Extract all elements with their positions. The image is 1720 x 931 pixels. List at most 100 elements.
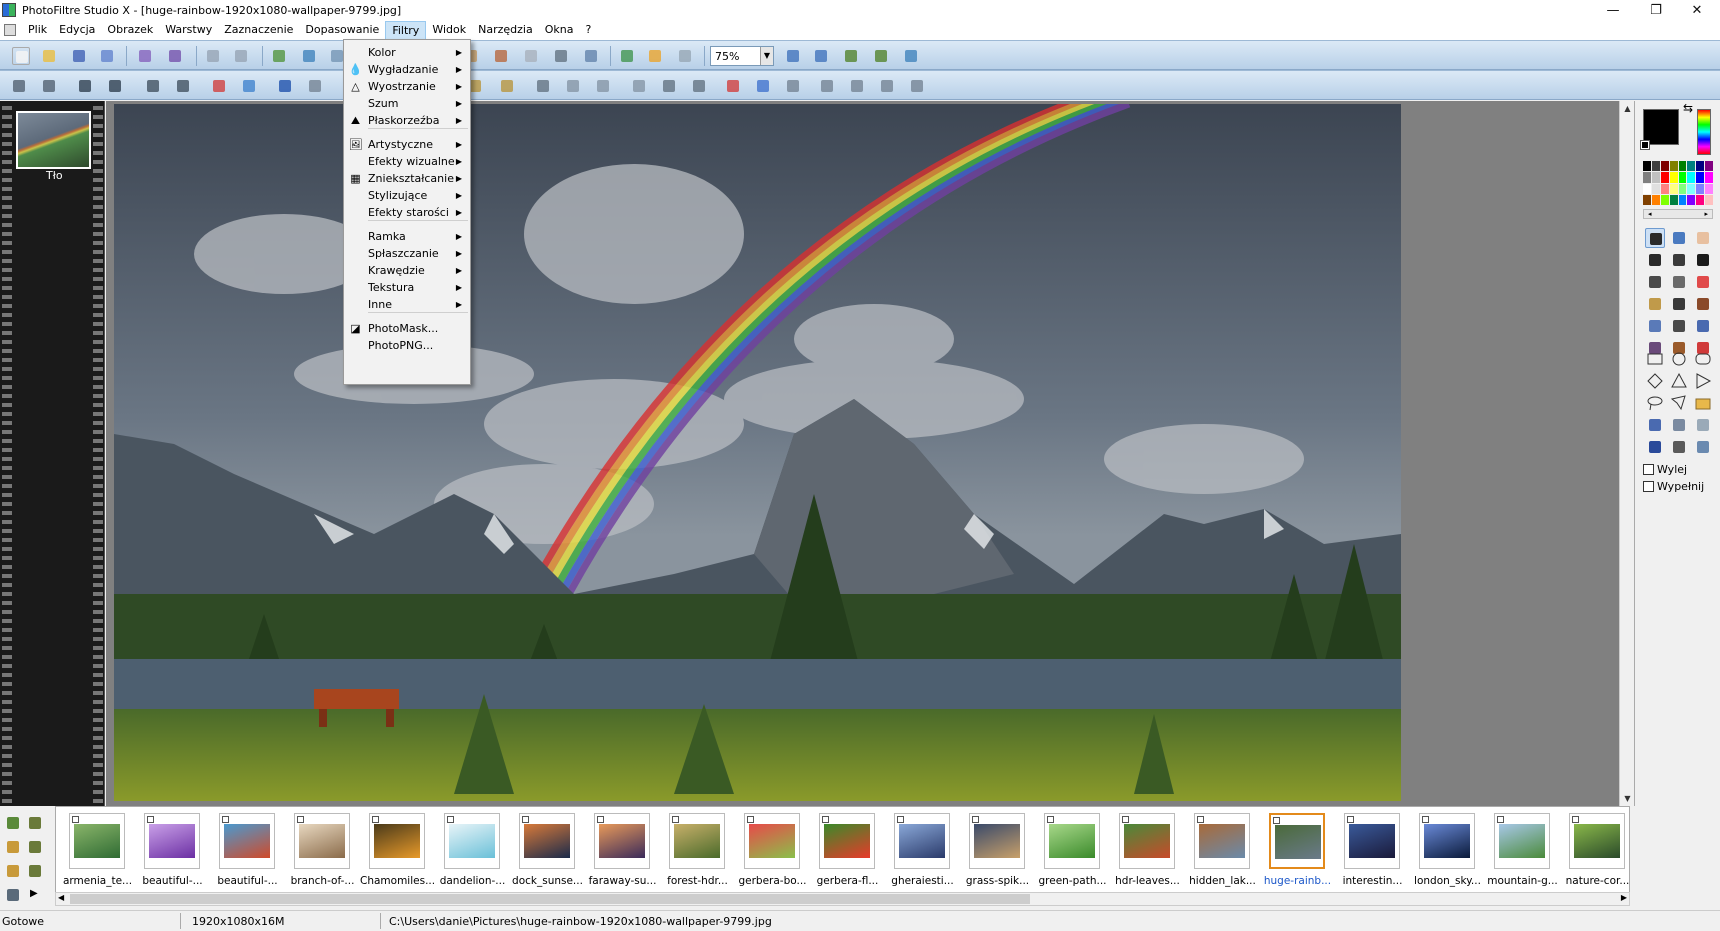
file-thumbnail[interactable] xyxy=(1194,813,1250,869)
file-thumbnail[interactable] xyxy=(69,813,125,869)
zoom-select[interactable]: 75% ▼ xyxy=(710,46,774,66)
file-name[interactable]: gerbera-fl... xyxy=(810,875,885,887)
palette-swatch[interactable] xyxy=(1696,161,1705,172)
palette-swatch[interactable] xyxy=(1660,194,1669,205)
palette-swatch[interactable] xyxy=(1705,183,1713,194)
close-button[interactable]: ✕ xyxy=(1674,0,1720,20)
brightness-down-icon[interactable] xyxy=(144,77,162,95)
thumbnail-checkbox[interactable] xyxy=(597,816,604,823)
file-thumbnail[interactable] xyxy=(1569,813,1625,869)
file-thumbnail[interactable] xyxy=(444,813,500,869)
thumbnail-checkbox[interactable] xyxy=(1047,816,1054,823)
folder-up-icon[interactable] xyxy=(4,838,22,856)
palette-swatch[interactable] xyxy=(1687,172,1696,183)
noise-icon[interactable] xyxy=(784,77,802,95)
menu-warstwy[interactable]: Warstwy xyxy=(159,21,218,40)
file-name[interactable]: interestin... xyxy=(1335,875,1410,887)
file-thumbnail[interactable] xyxy=(519,813,575,869)
brush-tool-icon[interactable] xyxy=(1645,294,1665,314)
undo-icon[interactable] xyxy=(204,47,222,65)
file-thumbnail[interactable] xyxy=(819,813,875,869)
layer-thumbnail[interactable] xyxy=(16,111,91,169)
lasso-icon[interactable] xyxy=(1645,393,1665,413)
file-name[interactable]: mountain-g... xyxy=(1485,875,1560,887)
thumbnail-checkbox[interactable] xyxy=(372,816,379,823)
palette-swatch[interactable] xyxy=(1705,172,1713,183)
file-thumbnail[interactable] xyxy=(1119,813,1175,869)
stylize-icon[interactable] xyxy=(690,77,708,95)
file-thumbnail[interactable] xyxy=(144,813,200,869)
thumbnail-checkbox[interactable] xyxy=(147,816,154,823)
rotate-left-icon[interactable] xyxy=(878,77,896,95)
palette-scroll[interactable]: ◂ ▸ xyxy=(1643,209,1713,219)
ratio-32-icon[interactable] xyxy=(1693,415,1713,435)
zoom-in-icon[interactable] xyxy=(784,47,802,65)
file-name[interactable]: hidden_lak... xyxy=(1185,875,1260,887)
file-name[interactable]: hdr-leaves... xyxy=(1110,875,1185,887)
thumbnail-checkbox[interactable] xyxy=(1422,816,1429,823)
redo-icon[interactable] xyxy=(232,47,250,65)
eyedropper-tool-icon[interactable] xyxy=(1645,250,1665,270)
file-thumbnail[interactable] xyxy=(594,813,650,869)
image-canvas[interactable] xyxy=(114,104,1401,801)
hue-icon[interactable] xyxy=(754,77,772,95)
file-name[interactable]: london_sky... xyxy=(1410,875,1485,887)
hue-bar[interactable] xyxy=(1697,109,1711,155)
file-thumbnail[interactable] xyxy=(1419,813,1475,869)
palette-swatch[interactable] xyxy=(1643,172,1651,183)
palette-swatch[interactable] xyxy=(1669,161,1678,172)
rotate-right-icon[interactable] xyxy=(908,77,926,95)
new-file-icon[interactable] xyxy=(12,47,30,65)
brightness-up-icon[interactable] xyxy=(174,77,192,95)
polygon-lasso-icon[interactable] xyxy=(1669,393,1689,413)
file-name[interactable]: forest-hdr... xyxy=(660,875,735,887)
swap-colors-icon[interactable]: ⇆ xyxy=(1683,101,1693,115)
line-tool-icon[interactable] xyxy=(1693,250,1713,270)
sharpen-icon[interactable] xyxy=(594,77,612,95)
folder-add-icon[interactable] xyxy=(4,862,22,880)
stamp-tool-icon[interactable] xyxy=(1693,294,1713,314)
palette-swatch[interactable] xyxy=(1687,183,1696,194)
scroll-thumb[interactable] xyxy=(70,894,1030,904)
thumbnail-checkbox[interactable] xyxy=(972,816,979,823)
triangle-shape-icon[interactable] xyxy=(1669,371,1689,391)
file-name[interactable]: gerbera-bo... xyxy=(735,875,810,887)
palette-swatch[interactable] xyxy=(1643,161,1651,172)
palette-swatch[interactable] xyxy=(1687,194,1696,205)
palette-swatch[interactable] xyxy=(1651,183,1660,194)
tree-view-icon[interactable] xyxy=(26,814,44,832)
menu-plik[interactable]: Plik xyxy=(22,21,53,40)
palette-swatch[interactable] xyxy=(1705,194,1713,205)
scroll-right-icon[interactable]: ▶ xyxy=(1621,893,1627,902)
thumbnail-checkbox[interactable] xyxy=(222,816,229,823)
file-name[interactable]: huge-rainb... xyxy=(1260,875,1335,887)
fill-tool-icon[interactable] xyxy=(1645,272,1665,292)
zoom-out-icon[interactable] xyxy=(812,47,830,65)
rectangle-shape-icon[interactable] xyxy=(1645,349,1665,369)
file-thumbnail[interactable] xyxy=(1044,813,1100,869)
magic-wand-tool-icon[interactable] xyxy=(1669,250,1689,270)
scroll-down-icon[interactable]: ▼ xyxy=(1620,791,1635,806)
thumbnail-checkbox[interactable] xyxy=(447,816,454,823)
palette-swatch[interactable] xyxy=(1678,183,1687,194)
print-icon[interactable] xyxy=(136,47,154,65)
flip-vertical-icon[interactable] xyxy=(848,77,866,95)
file-thumbnail[interactable] xyxy=(969,813,1025,869)
palette-swatch[interactable] xyxy=(1643,183,1651,194)
document-menu-icon[interactable] xyxy=(4,24,16,36)
file-name[interactable]: Chamomiles... xyxy=(360,875,435,887)
file-name[interactable]: branch-of-... xyxy=(285,875,360,887)
menu-filtry[interactable]: Filtry xyxy=(385,20,427,40)
blur-tool-icon[interactable] xyxy=(1645,316,1665,336)
palette-swatch[interactable] xyxy=(1705,161,1713,172)
fill-checkbox[interactable]: Wypełnij xyxy=(1643,480,1704,493)
file-name[interactable]: gheraiesti... xyxy=(885,875,960,887)
transform-icon[interactable] xyxy=(582,47,600,65)
filter-b-icon[interactable] xyxy=(498,77,516,95)
palette-swatch[interactable] xyxy=(1660,161,1669,172)
rounded-rect-shape-icon[interactable] xyxy=(1693,349,1713,369)
color-icon[interactable] xyxy=(724,77,742,95)
file-thumbnail[interactable] xyxy=(1344,813,1400,869)
crop-handles-icon[interactable] xyxy=(1669,437,1689,457)
actual-size-icon[interactable] xyxy=(872,47,890,65)
